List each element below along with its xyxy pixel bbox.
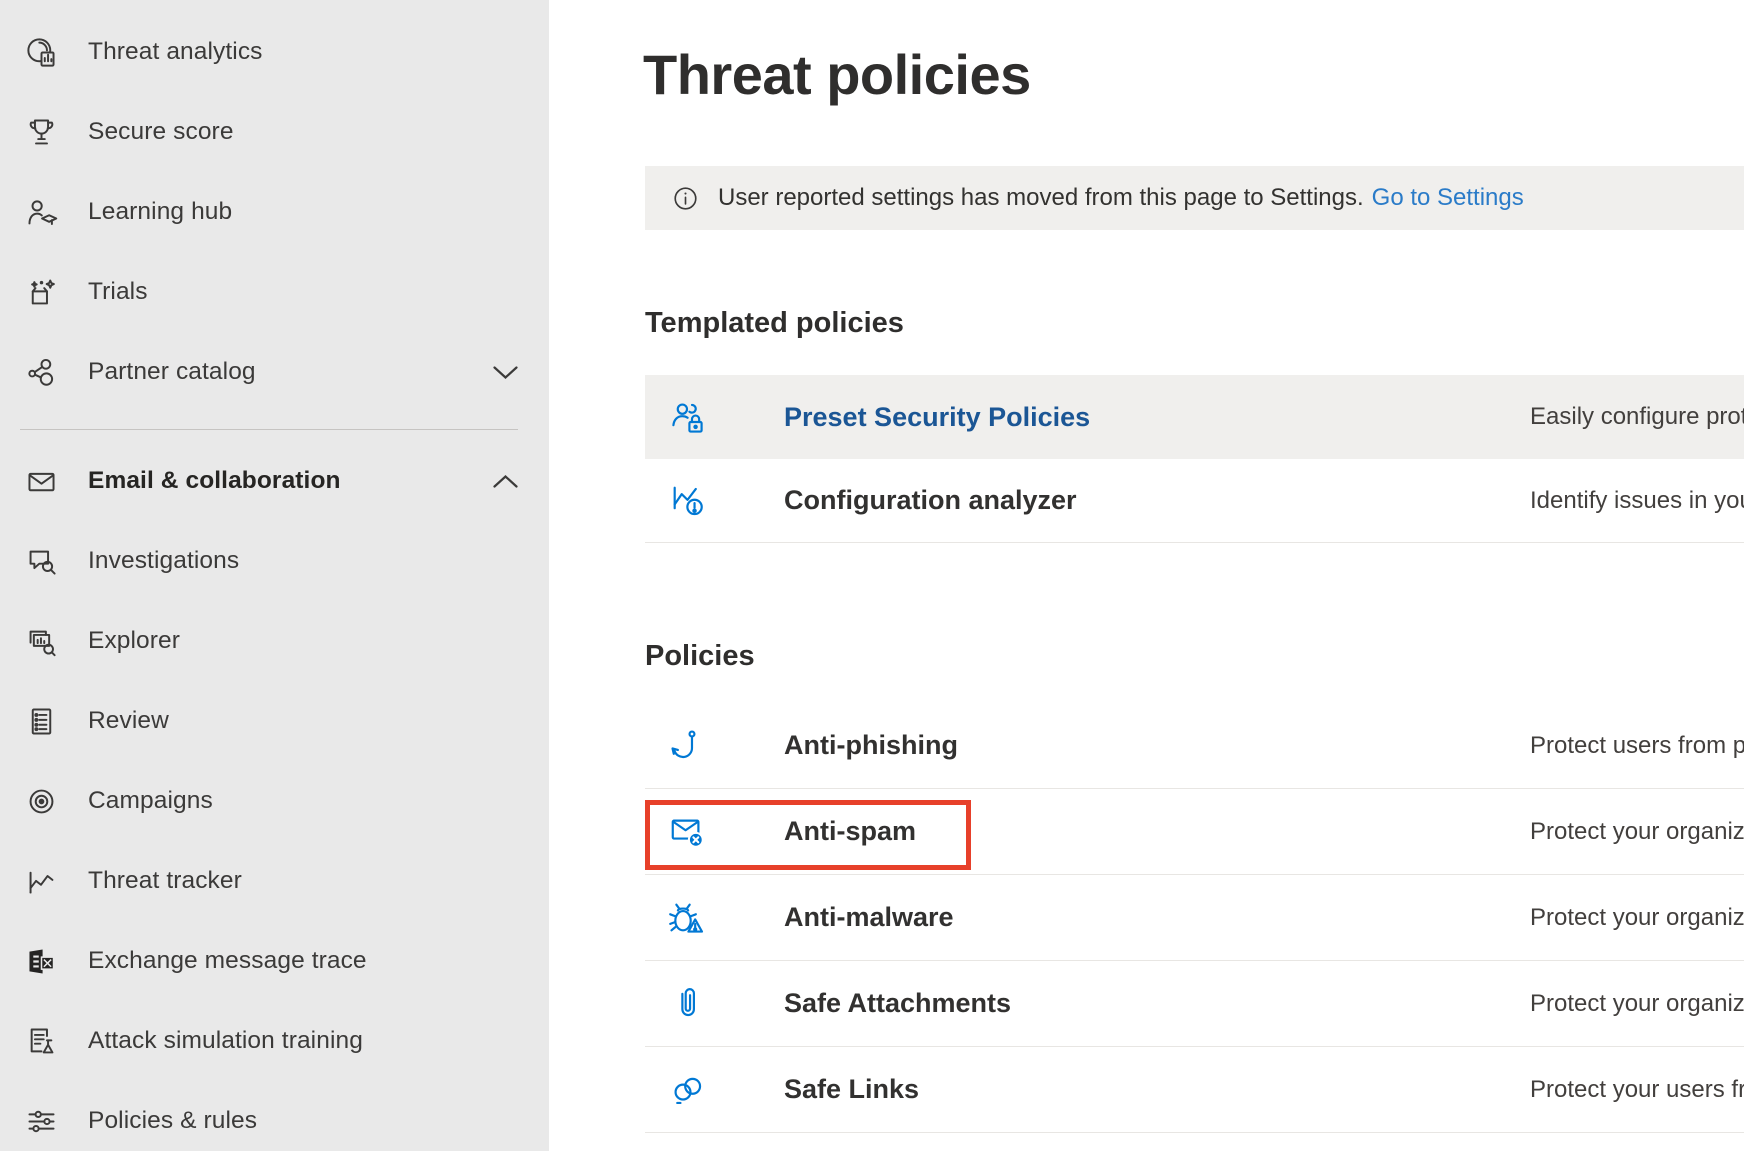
policy-row-description: Protect your organiz — [1530, 818, 1744, 846]
go-to-settings-link[interactable]: Go to Settings — [1372, 184, 1524, 212]
campaigns-icon — [22, 782, 60, 820]
policy-row-safe-links[interactable]: Safe LinksProtect your users fr — [645, 1047, 1744, 1133]
safe-attachments-icon — [645, 983, 784, 1024]
sidebar: Threat analytics Secure score Learning hub… — [0, 0, 549, 1151]
sidebar-item-label: Campaigns — [88, 787, 213, 815]
policy-row-label[interactable]: Anti-malware — [784, 902, 1530, 933]
anti-spam-icon — [645, 811, 784, 852]
sidebar-item-label: Secure score — [88, 118, 234, 146]
sidebar-item-label: Policies & rules — [88, 1107, 257, 1135]
sidebar-divider — [20, 429, 518, 430]
configuration-analyzer-icon — [645, 480, 784, 521]
policy-row-label[interactable]: Anti-spam — [784, 816, 1530, 847]
sidebar-item-exchange-message-trace[interactable]: Exchange message trace — [0, 921, 549, 1001]
page-title: Threat policies — [643, 42, 1031, 107]
sidebar-item-review[interactable]: Review — [0, 681, 549, 761]
secure-score-icon — [22, 113, 60, 151]
sidebar-item-label: Threat tracker — [88, 867, 242, 895]
policy-row-description: Protect your users fr — [1530, 1076, 1744, 1104]
main-content: Threat policies User reported settings h… — [549, 0, 1744, 1151]
review-icon — [22, 702, 60, 740]
sidebar-item-label: Explorer — [88, 627, 180, 655]
sidebar-item-label: Attack simulation training — [88, 1027, 363, 1055]
sidebar-item-explorer[interactable]: Explorer — [0, 601, 549, 681]
anti-malware-icon — [645, 897, 784, 938]
chevron-up-icon[interactable] — [492, 473, 519, 490]
threat-tracker-icon — [22, 862, 60, 900]
attack-simulation-training-icon — [22, 1022, 60, 1060]
email-collaboration-icon — [22, 462, 60, 500]
policy-row-label[interactable]: Safe Links — [784, 1074, 1530, 1105]
policy-row-description: Identify issues in you — [1530, 487, 1744, 515]
chevron-down-icon[interactable] — [492, 364, 519, 381]
sidebar-item-campaigns[interactable]: Campaigns — [0, 761, 549, 841]
policy-row-label[interactable]: Safe Attachments — [784, 988, 1530, 1019]
safe-links-icon — [645, 1069, 784, 1110]
preset-security-policies-icon — [645, 397, 784, 438]
templated-policies-heading: Templated policies — [645, 307, 904, 340]
sidebar-item-partner-catalog[interactable]: Partner catalog — [0, 332, 549, 412]
policy-row-label[interactable]: Preset Security Policies — [784, 402, 1530, 433]
policies-list: Anti-phishingProtect users from pAnti-sp… — [645, 703, 1744, 1133]
sidebar-item-label: Partner catalog — [88, 358, 256, 386]
info-banner-text: User reported settings has moved from th… — [718, 184, 1364, 212]
sidebar-item-secure-score[interactable]: Secure score — [0, 92, 549, 172]
anti-phishing-icon — [645, 725, 784, 766]
policy-row-description: Easily configure prot — [1530, 403, 1744, 431]
sidebar-item-label: Investigations — [88, 547, 239, 575]
sidebar-item-email-collaboration[interactable]: Email & collaboration — [0, 441, 549, 521]
sidebar-item-attack-simulation-training[interactable]: Attack simulation training — [0, 1001, 549, 1081]
policies-rules-icon — [22, 1102, 60, 1140]
sidebar-item-threat-analytics[interactable]: Threat analytics — [0, 12, 549, 92]
partner-catalog-icon — [22, 353, 60, 391]
sidebar-item-policies-rules[interactable]: Policies & rules — [0, 1081, 549, 1151]
sidebar-item-investigations[interactable]: Investigations — [0, 521, 549, 601]
policy-row-description: Protect users from p — [1530, 732, 1744, 760]
sidebar-item-label: Learning hub — [88, 198, 232, 226]
policy-row-anti-malware[interactable]: Anti-malwareProtect your organiz — [645, 875, 1744, 961]
templated-policies-list: Preset Security PoliciesEasily configure… — [645, 375, 1744, 543]
explorer-icon — [22, 622, 60, 660]
sidebar-item-label: Exchange message trace — [88, 947, 367, 975]
policy-row-anti-spam[interactable]: Anti-spamProtect your organiz — [645, 789, 1744, 875]
sidebar-item-label: Email & collaboration — [88, 467, 341, 495]
sidebar-nav: Threat analytics Secure score Learning hub… — [0, 0, 549, 1151]
info-icon — [670, 183, 701, 214]
sidebar-item-label: Threat analytics — [88, 38, 263, 66]
policy-row-description: Protect your organiz — [1530, 990, 1744, 1018]
sidebar-item-threat-tracker[interactable]: Threat tracker — [0, 841, 549, 921]
policies-heading: Policies — [645, 640, 755, 673]
policy-row-anti-phishing[interactable]: Anti-phishingProtect users from p — [645, 703, 1744, 789]
investigations-icon — [22, 542, 60, 580]
info-banner: User reported settings has moved from th… — [645, 166, 1744, 230]
sidebar-item-label: Review — [88, 707, 169, 735]
sidebar-item-trials[interactable]: Trials — [0, 252, 549, 332]
policy-row-safe-attachments[interactable]: Safe AttachmentsProtect your organiz — [645, 961, 1744, 1047]
policy-row-label[interactable]: Anti-phishing — [784, 730, 1530, 761]
trials-icon — [22, 273, 60, 311]
policy-row-configuration-analyzer[interactable]: Configuration analyzerIdentify issues in… — [645, 459, 1744, 543]
learning-hub-icon — [22, 193, 60, 231]
policy-row-preset-security-policies[interactable]: Preset Security PoliciesEasily configure… — [645, 375, 1744, 459]
threat-analytics-icon — [22, 33, 60, 71]
sidebar-item-learning-hub[interactable]: Learning hub — [0, 172, 549, 252]
exchange-message-trace-icon — [22, 942, 60, 980]
policy-row-description: Protect your organiz — [1530, 904, 1744, 932]
policy-row-label[interactable]: Configuration analyzer — [784, 485, 1530, 516]
sidebar-item-label: Trials — [88, 278, 148, 306]
